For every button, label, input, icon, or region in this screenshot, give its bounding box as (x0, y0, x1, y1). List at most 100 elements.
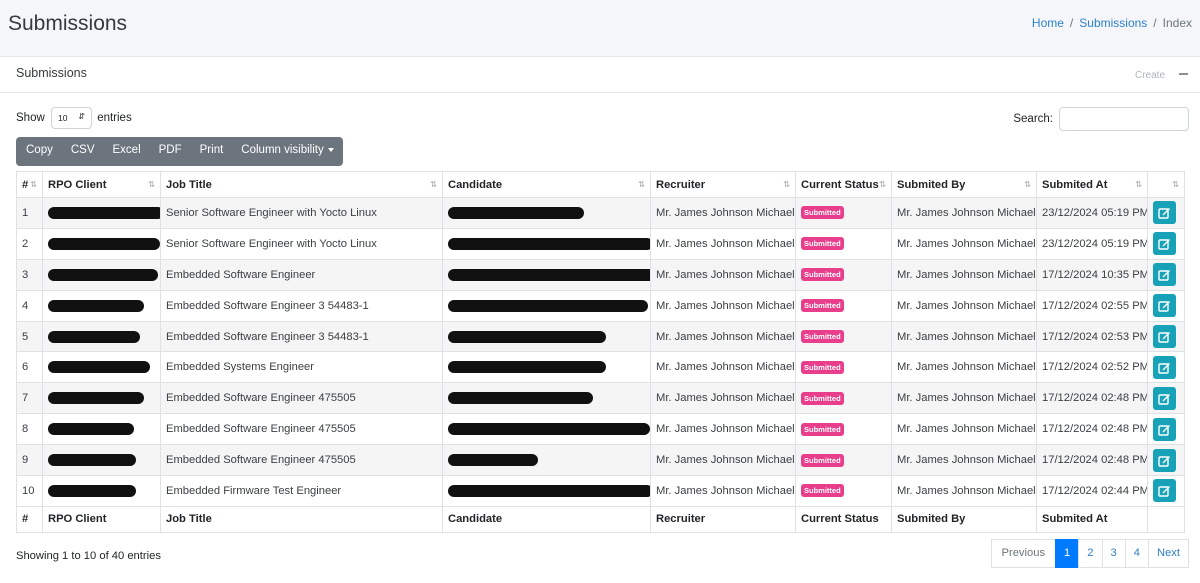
table-row: 8 Embedded Software Engineer 475505 Mr. Ja… (16, 413, 1185, 446)
cell-client (42, 320, 161, 353)
col-header-client-label: RPO Client (48, 178, 107, 191)
col-header-num-label: # (22, 178, 29, 191)
cell-num: 10 (16, 475, 43, 507)
print-button[interactable]: Print (191, 137, 233, 166)
entries-length-select[interactable]: 10 ⇵ (50, 107, 92, 129)
sort-icon: ⇅ (148, 180, 155, 189)
cell-recruiter: Mr. James Johnson Michael (650, 197, 796, 229)
search-input[interactable] (1059, 107, 1189, 131)
table-row: 9 Embedded Software Engineer 475505 Mr. Ja… (16, 444, 1185, 477)
csv-button[interactable]: CSV (62, 137, 104, 166)
edit-button[interactable] (1153, 479, 1176, 503)
cell-candidate (442, 197, 651, 229)
sort-icon: ⇅ (783, 180, 790, 189)
cell-actions (1147, 475, 1185, 507)
col-header-job[interactable]: Job Title ⇅ (160, 171, 443, 198)
redaction-bar (448, 206, 584, 219)
cell-submitted-by: Mr. James Johnson Michael (891, 197, 1037, 229)
edit-button[interactable] (1153, 355, 1176, 379)
edit-button[interactable] (1153, 294, 1176, 318)
pagination-page-1[interactable]: 1 (1055, 539, 1080, 568)
col-header-candidate-label: Candidate (448, 178, 503, 191)
cell-client (42, 413, 161, 446)
cell-client (42, 258, 161, 291)
cell-status: Submitted (795, 258, 892, 291)
cell-actions (1147, 382, 1185, 415)
foot-num: # (16, 505, 43, 533)
cell-actions (1147, 444, 1185, 477)
cell-recruiter: Mr. James Johnson Michael (650, 320, 796, 353)
col-header-candidate[interactable]: Candidate ⇅ (442, 171, 651, 198)
pagination-next[interactable]: Next (1147, 539, 1189, 568)
cell-submitted-at: 17/12/2024 02:48 PM (1036, 382, 1148, 415)
table-row: 3 Embedded Software Engineer Mr. James Joh… (16, 258, 1185, 291)
cell-job: Senior Software Engineer with Yocto Linu… (160, 227, 443, 260)
edit-button[interactable] (1153, 448, 1176, 472)
edit-button[interactable] (1153, 232, 1176, 256)
edit-button[interactable] (1153, 263, 1176, 287)
foot-client: RPO Client (42, 505, 161, 533)
cell-client (42, 444, 161, 477)
edit-button[interactable] (1153, 417, 1176, 441)
entries-length-control: Show 10 ⇵ entries (16, 107, 132, 129)
cell-submitted-by: Mr. James Johnson Michael (891, 320, 1037, 353)
col-header-status[interactable]: Current Status ⇅ (795, 171, 892, 198)
edit-button[interactable] (1153, 201, 1176, 225)
show-label: Show (16, 112, 45, 125)
cell-candidate (442, 258, 651, 291)
cell-recruiter: Mr. James Johnson Michael (650, 413, 796, 446)
cell-candidate (442, 444, 651, 477)
breadcrumb-submissions-link[interactable]: Submissions (1079, 16, 1147, 30)
col-header-actions[interactable]: ⇅ (1147, 171, 1185, 198)
redaction-bar (448, 299, 648, 312)
col-header-num[interactable]: # ⇅ (16, 171, 43, 198)
col-header-at[interactable]: Submited At ⇅ (1036, 171, 1148, 198)
col-header-client[interactable]: RPO Client ⇅ (42, 171, 161, 198)
export-button-group: Copy CSV Excel PDF Print Column visibili… (16, 137, 343, 166)
cell-submitted-by: Mr. James Johnson Michael (891, 413, 1037, 446)
cell-submitted-at: 17/12/2024 10:35 PM (1036, 258, 1148, 291)
submissions-card: Submissions Create Show 10 ⇵ entries Sear… (0, 56, 1200, 583)
status-badge: Submitted (801, 391, 844, 405)
cell-status: Submitted (795, 413, 892, 446)
edit-button[interactable] (1153, 325, 1176, 348)
edit-icon (1158, 424, 1170, 436)
table-row: 10 Embedded Firmware Test Engineer Mr. Jam… (16, 475, 1185, 507)
collapse-minus-icon[interactable] (1179, 73, 1188, 75)
cell-submitted-at: 17/12/2024 02:52 PM (1036, 351, 1148, 384)
edit-icon (1158, 239, 1170, 251)
edit-button[interactable] (1153, 386, 1176, 410)
cell-num: 2 (16, 227, 43, 260)
cell-actions (1147, 289, 1185, 322)
col-header-recruiter[interactable]: Recruiter ⇅ (650, 171, 796, 198)
redaction-bar (48, 454, 136, 467)
edit-icon (1158, 270, 1170, 281)
breadcrumb-separator: / (1069, 16, 1074, 30)
pagination-previous[interactable]: Previous (990, 539, 1057, 568)
cell-actions (1147, 320, 1185, 353)
col-header-by[interactable]: Submited By ⇅ (891, 171, 1037, 198)
create-link[interactable]: Create (1135, 70, 1165, 81)
cell-num: 1 (16, 197, 43, 229)
page-header: Submissions Home / Submissions / Index (0, 0, 1200, 56)
pagination-page-4[interactable]: 4 (1124, 539, 1149, 568)
pagination-page-3[interactable]: 3 (1101, 539, 1126, 568)
breadcrumb-home-link[interactable]: Home (1032, 16, 1064, 30)
foot-job: Job Title (160, 505, 443, 533)
foot-recruiter: Recruiter (650, 505, 796, 533)
breadcrumb: Home / Submissions / Index (1032, 16, 1192, 30)
foot-by: Submited By (891, 505, 1037, 533)
column-visibility-button[interactable]: Column visibility (232, 137, 342, 166)
cell-submitted-by: Mr. James Johnson Michael (891, 444, 1037, 477)
redaction-bar (48, 299, 144, 312)
pdf-button[interactable]: PDF (150, 137, 191, 166)
copy-button[interactable]: Copy (16, 137, 62, 166)
excel-button[interactable]: Excel (104, 137, 150, 166)
cell-num: 7 (16, 382, 43, 415)
status-badge: Submitted (801, 206, 844, 220)
pagination-page-2[interactable]: 2 (1078, 539, 1103, 568)
cell-status: Submitted (795, 351, 892, 384)
redaction-bar (448, 361, 606, 374)
table-row: 5 Embedded Software Engineer 3 54483-1 Mr.… (16, 320, 1185, 353)
edit-icon (1158, 332, 1170, 343)
